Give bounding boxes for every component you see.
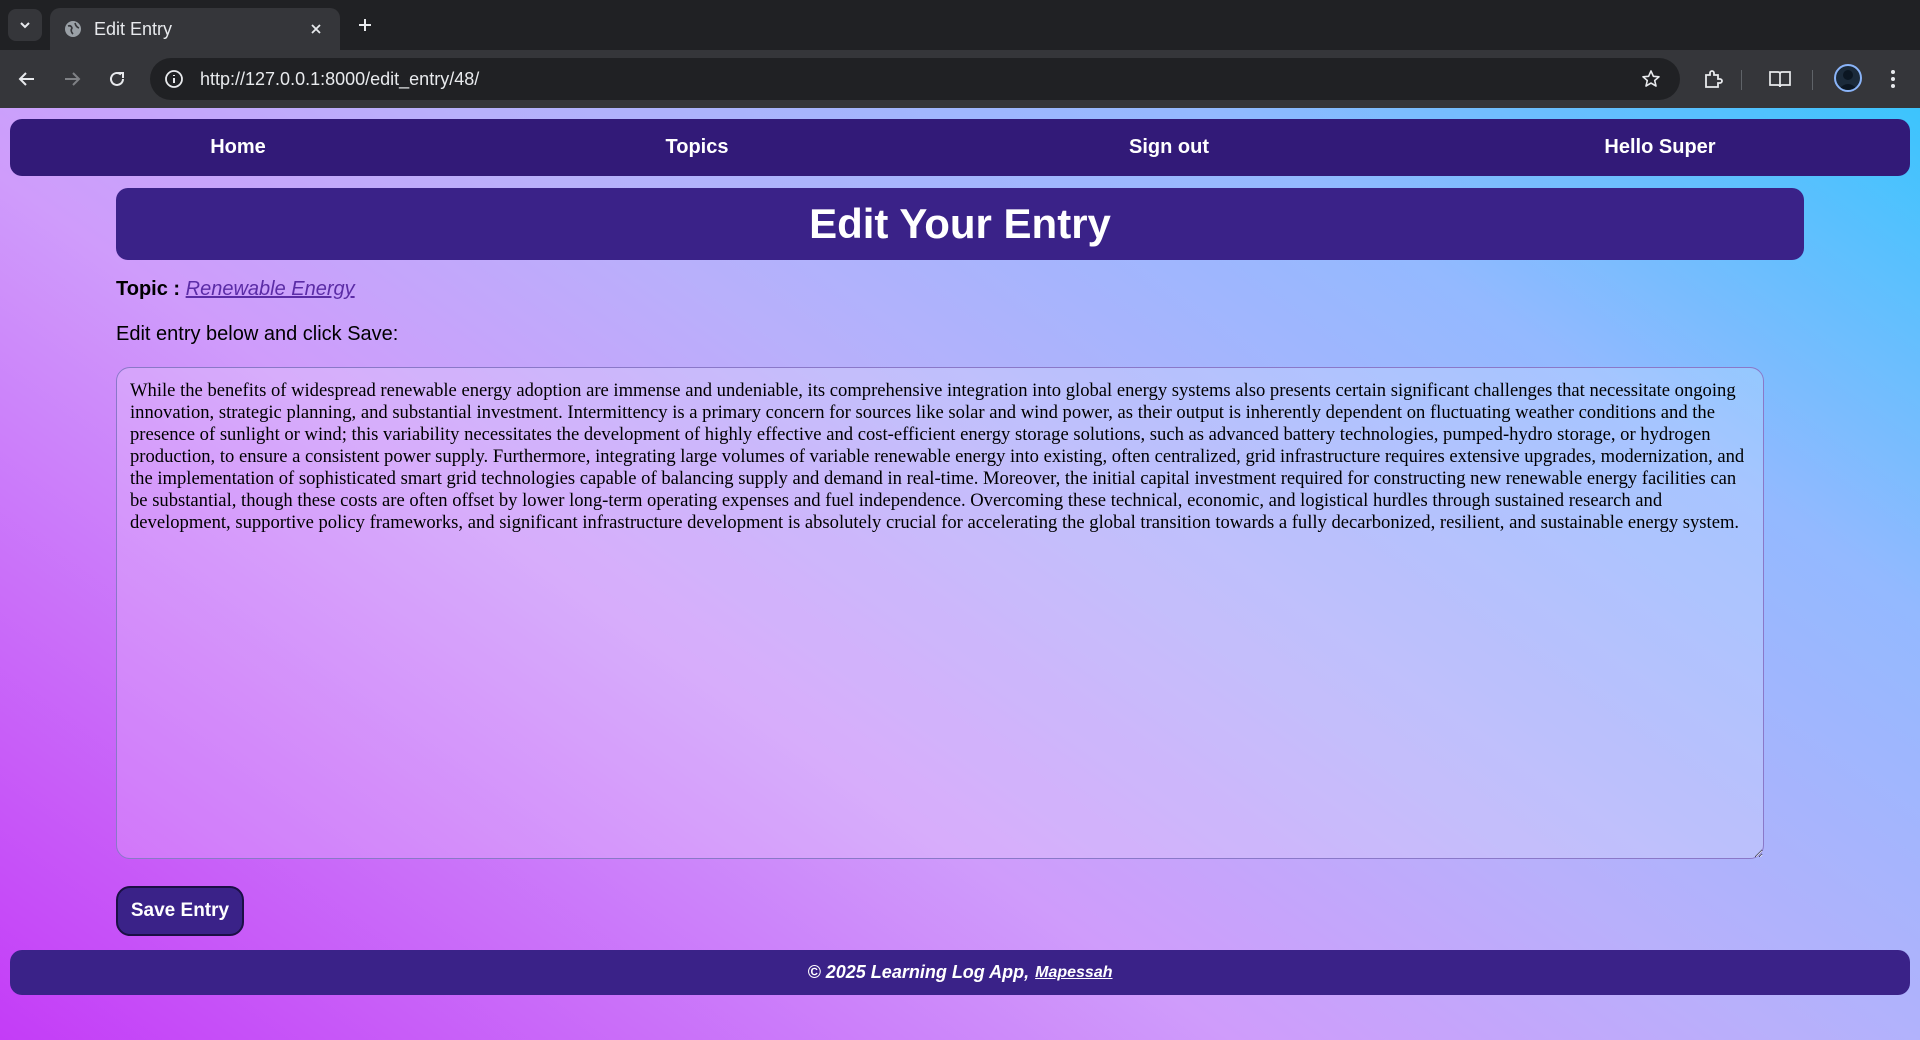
tab-dropdown-icon[interactable]	[8, 9, 42, 41]
forward-icon[interactable]	[57, 64, 87, 94]
footer-copyright: © 2025 Learning Log App,	[807, 962, 1030, 982]
address-bar[interactable]: http://127.0.0.1:8000/edit_entry/48/	[150, 58, 1680, 100]
save-entry-button[interactable]: Save Entry	[116, 886, 244, 936]
star-icon[interactable]	[1636, 64, 1666, 94]
info-icon[interactable]	[162, 67, 186, 91]
page-footer: © 2025 Learning Log App, Mapessah	[10, 950, 1910, 995]
tab-title: Edit Entry	[94, 18, 173, 39]
reading-mode-icon[interactable]	[1765, 64, 1795, 94]
main-navbar: Home Topics Sign out Hello Super	[10, 119, 1910, 176]
page-title-banner: Edit Your Entry	[116, 188, 1804, 260]
close-icon[interactable]	[304, 17, 328, 41]
topic-label: Topic :	[116, 278, 181, 300]
toolbar-separator	[1812, 70, 1813, 90]
toolbar-separator	[1741, 70, 1742, 90]
globe-icon	[64, 20, 82, 38]
reload-icon[interactable]	[102, 64, 132, 94]
edit-instruction: Edit entry below and click Save:	[116, 323, 399, 345]
url-text[interactable]: http://127.0.0.1:8000/edit_entry/48/	[200, 69, 1636, 90]
topic-link[interactable]: Renewable Energy	[186, 278, 355, 300]
browser-tab[interactable]: Edit Entry	[50, 8, 340, 50]
nav-topics-link[interactable]: Topics	[666, 119, 729, 176]
browser-tab-bar: Edit Entry	[0, 0, 1920, 50]
page-title: Edit Your Entry	[809, 200, 1111, 247]
menu-icon[interactable]	[1878, 64, 1908, 94]
browser-toolbar: http://127.0.0.1:8000/edit_entry/48/	[0, 50, 1920, 108]
user-greeting: Hello Super	[1604, 136, 1716, 158]
back-icon[interactable]	[12, 64, 42, 94]
plus-icon[interactable]	[352, 12, 378, 38]
nav-home-link[interactable]: Home	[210, 119, 266, 176]
page-content: Home Topics Sign out Hello Super Edit Yo…	[0, 108, 1920, 1040]
extensions-icon[interactable]	[1698, 64, 1728, 94]
entry-textarea[interactable]: While the benefits of widespread renewab…	[116, 367, 1764, 859]
nav-sign-out-link[interactable]: Sign out	[1129, 119, 1209, 176]
profile-avatar[interactable]	[1834, 64, 1862, 92]
topic-line: Topic : Renewable Energy	[116, 278, 355, 301]
footer-author-link[interactable]: Mapessah	[1035, 964, 1112, 982]
